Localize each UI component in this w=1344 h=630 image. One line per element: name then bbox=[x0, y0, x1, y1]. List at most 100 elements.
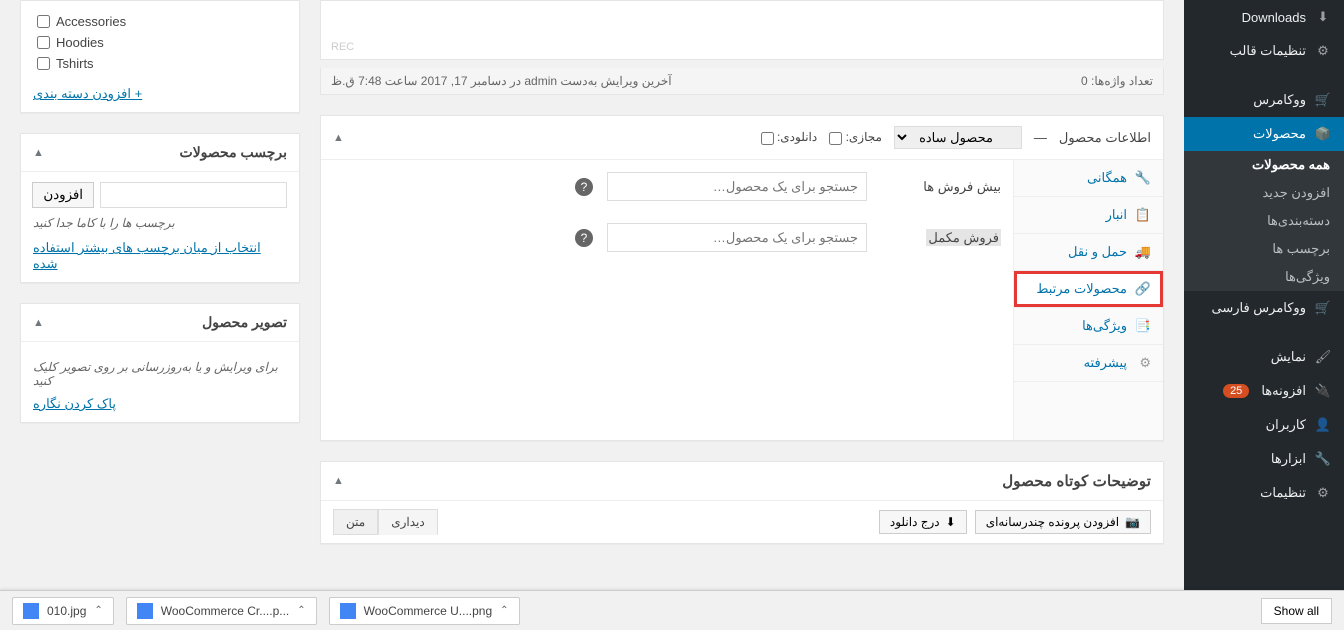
menu-label: کاربران bbox=[1266, 417, 1306, 433]
remove-image-link[interactable]: پاک کردن نگاره bbox=[33, 396, 116, 411]
tab-label: حمل و نقل bbox=[1068, 244, 1127, 260]
categories-box: Accessories Hoodies Tshirts + افزودن دست… bbox=[20, 0, 300, 113]
box-icon: 📦 bbox=[1314, 125, 1332, 143]
menu-products[interactable]: 📦 محصولات bbox=[1184, 117, 1344, 151]
submenu-attributes[interactable]: ویژگی‌ها bbox=[1184, 263, 1344, 291]
file-name: WooCommerce Cr....p... bbox=[161, 604, 289, 618]
content-area: REC تعداد واژه‌ها: 0 آخرین ویرایش به‌دست… bbox=[0, 0, 1184, 590]
choose-tags-link[interactable]: انتخاب از میان برچسب های بیشتر استفاده ش… bbox=[33, 240, 261, 271]
editor-tab-text[interactable]: متن bbox=[333, 509, 378, 535]
woo-icon: 🛒 bbox=[1314, 299, 1332, 317]
help-icon[interactable]: ? bbox=[575, 229, 593, 247]
wrench-icon: 🔧 bbox=[1314, 450, 1332, 468]
category-checkbox[interactable] bbox=[37, 57, 50, 70]
download-chip[interactable]: WooCommerce Cr....p... ⌃ bbox=[126, 597, 317, 625]
file-icon bbox=[23, 603, 39, 619]
downloadable-checkbox[interactable] bbox=[761, 132, 774, 145]
tab-label: پیشرفته bbox=[1084, 355, 1127, 371]
tags-box: برچسب محصولات ▲ افزودن برچسب ها را با کا… bbox=[20, 133, 300, 283]
add-tag-button[interactable]: افزودن bbox=[32, 182, 94, 208]
tag-input[interactable] bbox=[100, 182, 287, 208]
download-chip[interactable]: WooCommerce U....png ⌃ bbox=[329, 597, 520, 625]
image-hint: برای ویرایش و یا به‌روزرسانی بر روی تصوی… bbox=[33, 360, 287, 388]
users-icon: 👤 bbox=[1314, 416, 1332, 434]
editor-tab-visual[interactable]: دیداری bbox=[378, 509, 438, 535]
submenu-add-new[interactable]: افزودن جدید bbox=[1184, 179, 1344, 207]
menu-plugins[interactable]: 🔌 افزونه‌ها 25 bbox=[1184, 374, 1344, 408]
tab-general[interactable]: 🔧همگانی bbox=[1014, 160, 1163, 197]
menu-tools[interactable]: 🔧 ابزارها bbox=[1184, 442, 1344, 476]
add-media-button[interactable]: 📷 افزودن پرونده چندرسانه‌ای bbox=[975, 510, 1151, 534]
menu-appearance[interactable]: 🖌 نمایش bbox=[1184, 340, 1344, 374]
word-count: تعداد واژه‌ها: 0 bbox=[1081, 74, 1153, 88]
editor-body[interactable]: REC bbox=[320, 0, 1164, 60]
menu-label: نمایش bbox=[1271, 349, 1306, 365]
tab-label: محصولات مرتبط bbox=[1036, 281, 1127, 297]
download-icon: ⬇ bbox=[946, 515, 956, 529]
menu-label: تنظیمات bbox=[1260, 485, 1306, 501]
category-checkbox[interactable] bbox=[37, 15, 50, 28]
last-edit: آخرین ویرایش به‌دست admin در دسامبر 17, … bbox=[331, 74, 672, 88]
image-box-title: تصویر محصول bbox=[202, 314, 287, 331]
file-name: 010.jpg bbox=[47, 604, 86, 618]
file-icon bbox=[137, 603, 153, 619]
menu-label: ووکامرس bbox=[1253, 92, 1306, 108]
menu-label: ووکامرس فارسی bbox=[1211, 300, 1306, 316]
category-label: Tshirts bbox=[56, 56, 94, 71]
tag-hint: برچسب ها را با کاما جدا کنید bbox=[33, 216, 287, 230]
category-checkbox[interactable] bbox=[37, 36, 50, 49]
download-chip[interactable]: 010.jpg ⌃ bbox=[12, 597, 114, 625]
add-category-link[interactable]: + افزودن دسته بندی bbox=[33, 86, 142, 101]
toggle-panel[interactable]: ▲ bbox=[333, 475, 344, 487]
woo-icon: 🛒 bbox=[1314, 91, 1332, 109]
product-data-box: اطلاعات محصول — محصول ساده مجازی: دانلود… bbox=[320, 115, 1164, 441]
slider-icon: ⚙ bbox=[1314, 484, 1332, 502]
menu-users[interactable]: 👤 کاربران bbox=[1184, 408, 1344, 442]
dash: — bbox=[1034, 130, 1047, 145]
tab-label: ویژگی‌ها bbox=[1082, 318, 1127, 334]
virtual-checkbox[interactable] bbox=[829, 132, 842, 145]
tab-inventory[interactable]: 📋انبار bbox=[1014, 197, 1163, 234]
category-item: Tshirts bbox=[33, 53, 287, 74]
crosssell-search[interactable] bbox=[607, 223, 867, 252]
tab-advanced[interactable]: ⚙ پیشرفته bbox=[1014, 345, 1163, 382]
menu-downloads[interactable]: ⬇ Downloads bbox=[1184, 0, 1344, 34]
tab-attributes[interactable]: 📑 ویژگی‌ها bbox=[1014, 308, 1163, 345]
product-image-box: تصویر محصول ▲ برای ویرایش و یا به‌روزرسا… bbox=[20, 303, 300, 423]
product-type-select[interactable]: محصول ساده bbox=[894, 126, 1022, 149]
list-icon: 📑 bbox=[1135, 318, 1151, 334]
submenu-tags[interactable]: برچسب ها bbox=[1184, 235, 1344, 263]
plugin-count-badge: 25 bbox=[1223, 384, 1249, 398]
menu-woocommerce-fa[interactable]: 🛒 ووکامرس فارسی bbox=[1184, 291, 1344, 325]
toggle-panel[interactable]: ▲ bbox=[33, 147, 44, 159]
linked-products-panel: بیش فروش ها ? فروش مکمل ? bbox=[321, 160, 1013, 440]
toggle-panel[interactable]: ▲ bbox=[33, 317, 44, 329]
plug-icon: 🔌 bbox=[1314, 382, 1332, 400]
menu-woocommerce[interactable]: 🛒 ووکامرس bbox=[1184, 83, 1344, 117]
short-description-box: توضیحات کوتاه محصول ▲ 📷 افزودن پرونده چن… bbox=[320, 461, 1164, 544]
cog-icon: ⚙ bbox=[1135, 355, 1151, 371]
submenu-all-products[interactable]: همه محصولات bbox=[1184, 151, 1344, 179]
show-all-button[interactable]: Show all bbox=[1261, 598, 1332, 624]
upsell-label: بیش فروش ها bbox=[881, 179, 1001, 195]
product-data-title: اطلاعات محصول bbox=[1059, 130, 1151, 146]
category-item: Hoodies bbox=[33, 32, 287, 53]
toggle-panel[interactable]: ▲ bbox=[333, 132, 344, 144]
file-name: WooCommerce U....png bbox=[364, 604, 493, 618]
menu-settings[interactable]: ⚙ تنظیمات bbox=[1184, 476, 1344, 510]
insert-download-button[interactable]: ⬇ درج دانلود bbox=[879, 510, 967, 534]
tab-linked-products[interactable]: 🔗 محصولات مرتبط bbox=[1014, 271, 1163, 308]
submenu-categories[interactable]: دسته‌بندی‌ها bbox=[1184, 207, 1344, 235]
upsell-search[interactable] bbox=[607, 172, 867, 201]
menu-label: افزونه‌ها bbox=[1261, 383, 1306, 399]
help-icon[interactable]: ? bbox=[575, 178, 593, 196]
menu-theme-settings[interactable]: ⚙ تنظیمات قالب bbox=[1184, 34, 1344, 68]
tab-shipping[interactable]: 🚚حمل و نقل bbox=[1014, 234, 1163, 271]
link-icon: 🔗 bbox=[1135, 281, 1151, 297]
tab-label: همگانی bbox=[1087, 170, 1127, 186]
clipboard-icon: 📋 bbox=[1135, 207, 1151, 223]
category-item: Accessories bbox=[33, 11, 287, 32]
download-icon: ⬇ bbox=[1314, 8, 1332, 26]
downloads-bar: 010.jpg ⌃ WooCommerce Cr....p... ⌃ WooCo… bbox=[0, 590, 1344, 630]
category-label: Accessories bbox=[56, 14, 126, 29]
